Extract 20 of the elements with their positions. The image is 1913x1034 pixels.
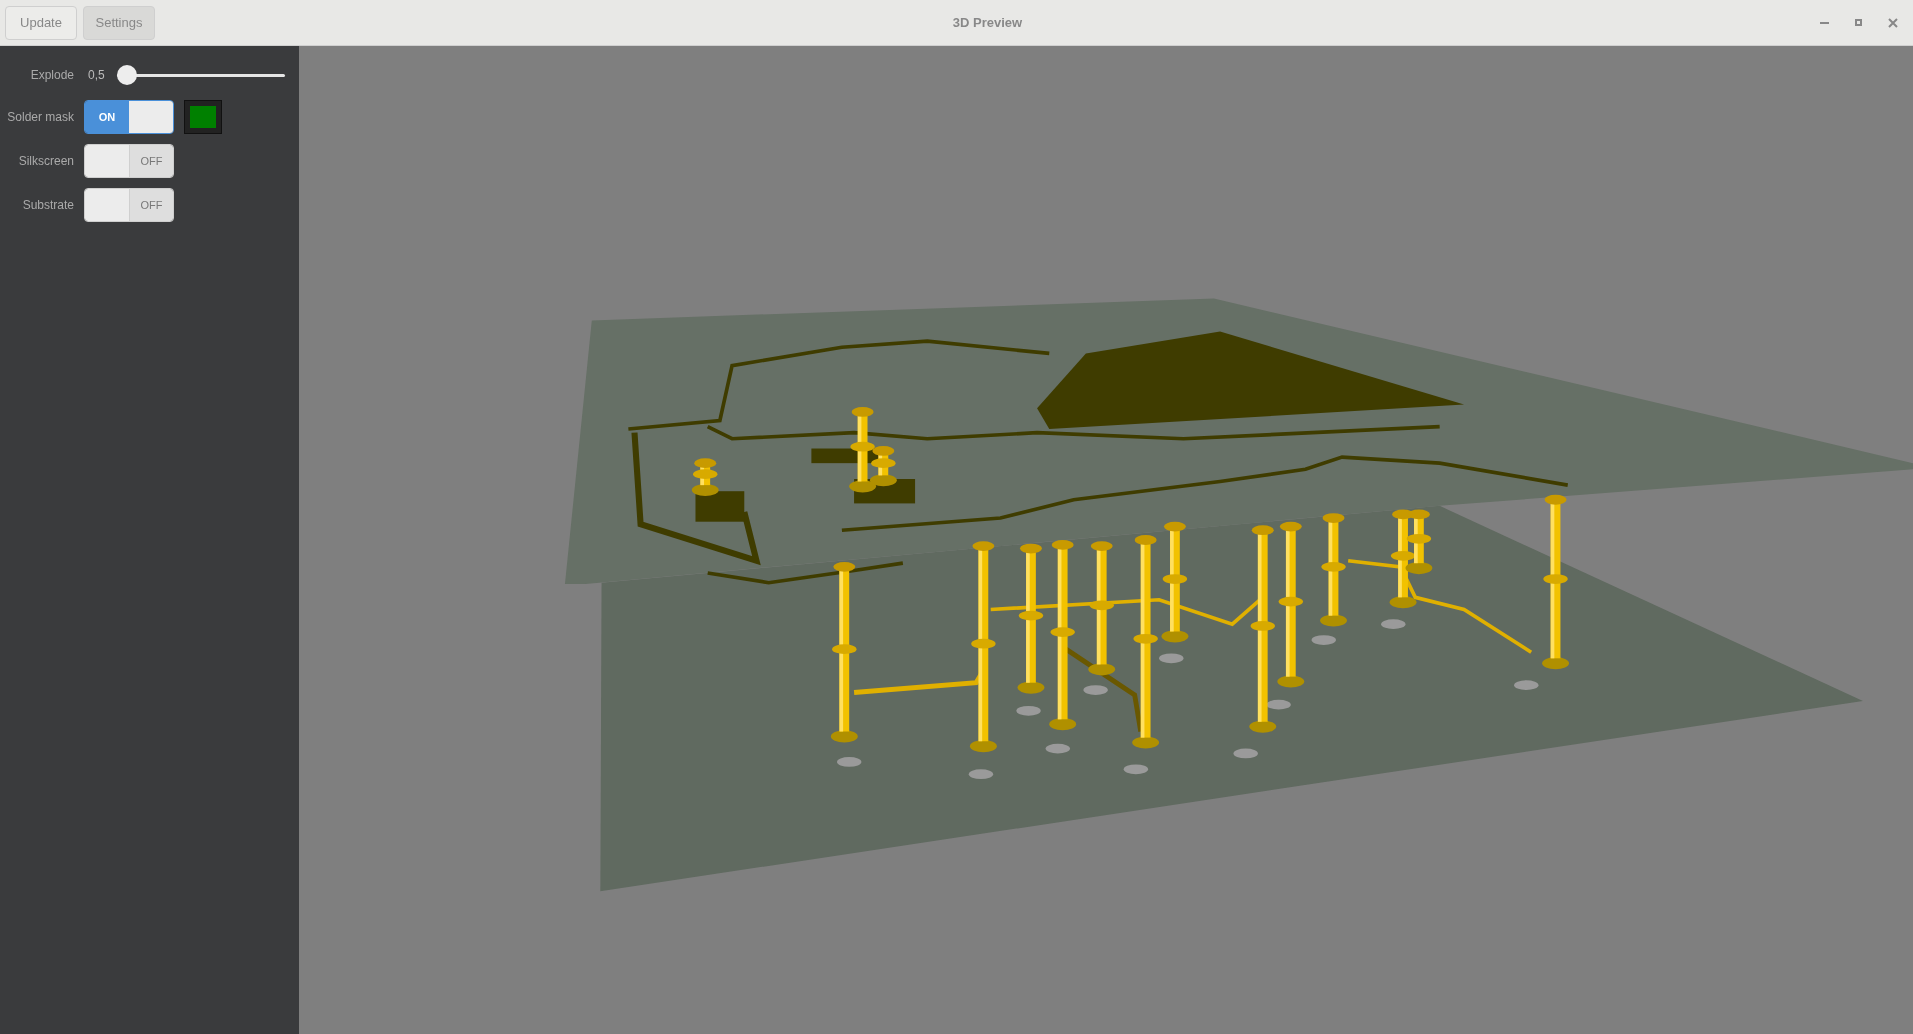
toggle-state: OFF (129, 145, 173, 177)
minimize-icon[interactable] (1820, 21, 1829, 24)
explode-slider[interactable] (116, 64, 285, 86)
window-title: 3D Preview (952, 13, 1023, 32)
toggle-state: ON (85, 101, 129, 133)
close-icon[interactable] (1888, 17, 1898, 28)
setting-label: Silkscreen (17, 153, 74, 170)
toggle-switch[interactable]: OFF (84, 144, 174, 178)
toolbar-button[interactable]: Settings (83, 5, 155, 40)
setting-label: Solder mask (6, 109, 74, 126)
slider-value: 0,5 (88, 67, 105, 84)
toggle-switch[interactable]: ON (84, 100, 174, 134)
toggle-switch[interactable]: OFF (84, 188, 174, 222)
toolbar-button[interactable]: Update (5, 5, 77, 40)
setting-label: Substrate (21, 197, 74, 214)
maximize-icon[interactable] (1855, 19, 1862, 26)
toggle-state: OFF (129, 189, 173, 221)
color-swatch[interactable] (184, 100, 222, 134)
setting-label: Explode (29, 67, 74, 84)
slider-thumb[interactable] (116, 65, 137, 85)
